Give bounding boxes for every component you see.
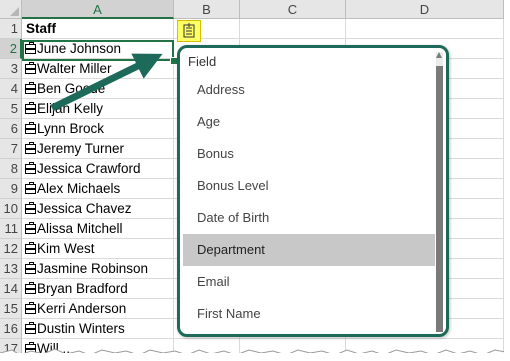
- dropdown-item[interactable]: Bonus Level: [183, 170, 435, 202]
- dropdown-item[interactable]: Department: [183, 234, 435, 266]
- dropdown-item[interactable]: Email: [183, 266, 435, 298]
- dropdown-item[interactable]: Address: [183, 74, 435, 106]
- spreadsheet: A B C D 1 2 3 4 5 6 7 8 9 10 11 12 13 14 15 16 17 Staff J…: [0, 0, 504, 353]
- dropdown-item[interactable]: Gender: [183, 330, 435, 334]
- field-dropdown[interactable]: Field Address Age Bonus Bonus Level Date of …: [177, 45, 449, 337]
- dropdown-scrollbar[interactable]: [436, 52, 443, 332]
- torn-edge: [0, 348, 504, 353]
- dropdown-item[interactable]: First Name: [183, 298, 435, 330]
- scrollbar-thumb[interactable]: [436, 66, 443, 332]
- dropdown-header: Field: [188, 54, 217, 69]
- dropdown-item[interactable]: Bonus: [183, 138, 435, 170]
- dropdown-item[interactable]: Age: [183, 106, 435, 138]
- dropdown-item[interactable]: Date of Birth: [183, 202, 435, 234]
- scroll-up-icon[interactable]: [436, 52, 442, 58]
